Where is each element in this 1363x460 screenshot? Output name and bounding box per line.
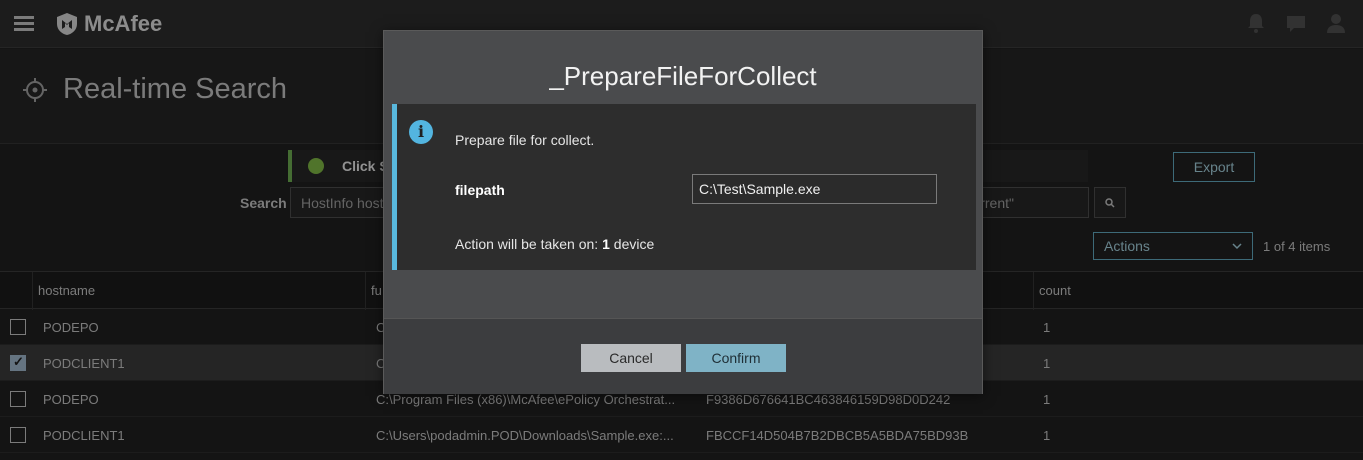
dialog-footer: Cancel Confirm — [384, 318, 982, 394]
filepath-label: filepath — [455, 182, 505, 198]
device-count: 1 — [602, 236, 610, 252]
dialog-body: i Prepare file for collect. filepath Act… — [392, 104, 976, 270]
dialog-message: Prepare file for collect. — [455, 132, 595, 148]
confirm-button[interactable]: Confirm — [686, 344, 786, 372]
filepath-input[interactable] — [692, 174, 937, 204]
info-icon: i — [409, 120, 433, 144]
action-target-note: Action will be taken on: 1 device — [455, 236, 655, 252]
cancel-button[interactable]: Cancel — [581, 344, 681, 372]
dialog-title: _PrepareFileForCollect — [549, 61, 817, 91]
prepare-file-dialog: _PrepareFileForCollect i Prepare file fo… — [383, 30, 983, 394]
